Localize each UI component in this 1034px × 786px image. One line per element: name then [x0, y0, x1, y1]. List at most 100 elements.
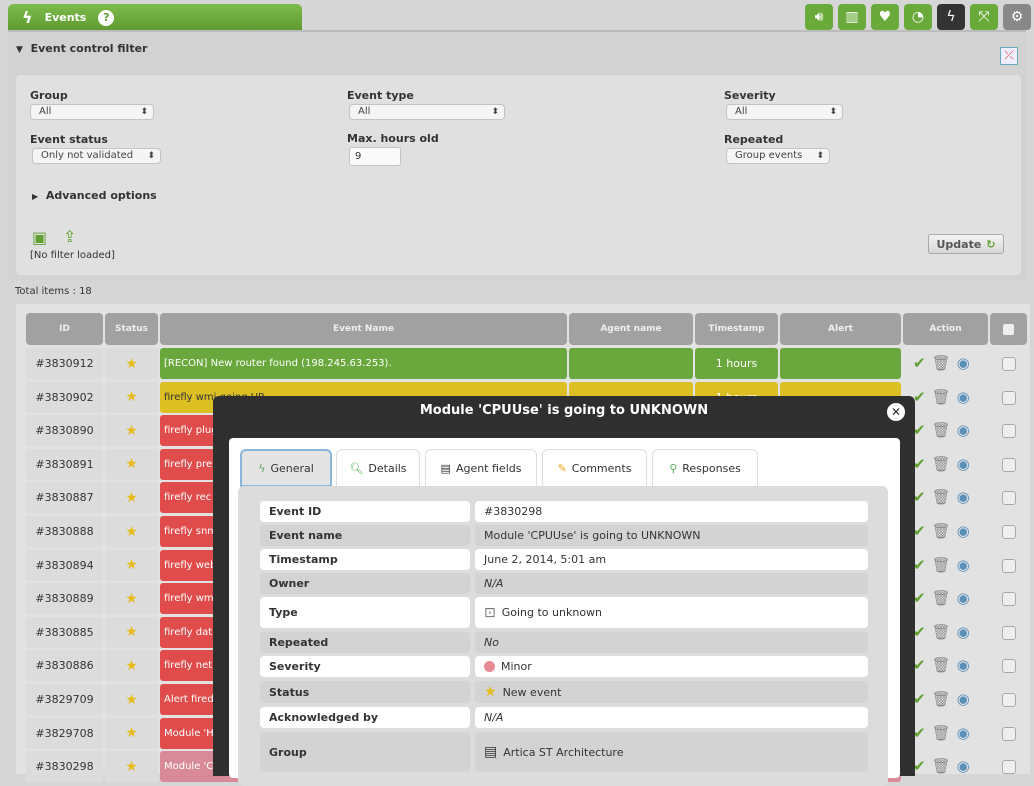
close-icon[interactable]: ✕: [887, 403, 905, 421]
row-checkbox[interactable]: [1002, 357, 1016, 371]
trash-icon[interactable]: 🗑︎: [932, 656, 951, 674]
tab-comments[interactable]: ✎ Comments: [542, 449, 647, 487]
field-value: June 2, 2014, 5:01 am: [475, 549, 868, 570]
severity-select[interactable]: All: [726, 104, 843, 120]
event-id: #3830886: [26, 650, 103, 682]
monitor-icon: ⊡: [484, 604, 496, 621]
rss-icon[interactable]: ◔: [904, 4, 932, 30]
event-id: #3830888: [26, 516, 103, 547]
lightning-icon: ϟ: [22, 8, 33, 27]
update-button[interactable]: Update ↻: [928, 234, 1004, 254]
status-star-icon: ★: [105, 482, 158, 514]
eye-icon[interactable]: ◉: [957, 623, 970, 641]
status-star-icon: ★: [105, 616, 158, 648]
row-actions: ✔ 🗑︎ ◉: [913, 556, 970, 574]
tab-general[interactable]: ϟ General: [240, 449, 332, 487]
events-tab[interactable]: ϟ Events ?: [8, 4, 302, 31]
trash-icon[interactable]: 🗑︎: [932, 455, 951, 473]
event-id: #3830889: [26, 583, 103, 615]
refresh-icon: ↻: [986, 237, 996, 251]
eye-icon[interactable]: ◉: [957, 354, 970, 372]
field-label: Repeated: [260, 632, 470, 653]
row-actions: ✔ 🗑︎ ◉: [913, 354, 970, 372]
trash-icon[interactable]: 🗑︎: [932, 522, 951, 540]
trash-icon[interactable]: 🗑︎: [932, 354, 951, 372]
row-checkbox[interactable]: [1002, 525, 1016, 539]
event-status-select[interactable]: Only not validated: [32, 148, 161, 164]
header-alert[interactable]: Alert: [780, 313, 901, 345]
sound-icon[interactable]: 🔊︎: [805, 4, 833, 30]
filter-toggle[interactable]: ▼ Event control filter: [16, 42, 147, 55]
save-filter-icon[interactable]: ▣: [32, 228, 47, 247]
eye-icon[interactable]: ◉: [957, 522, 970, 540]
row-checkbox[interactable]: [1002, 491, 1016, 506]
trash-icon[interactable]: 🗑︎: [932, 724, 951, 742]
trash-icon[interactable]: 🗑︎: [932, 421, 951, 439]
fullscreen-icon[interactable]: ⤧: [970, 4, 998, 30]
eye-icon[interactable]: ◉: [957, 656, 970, 674]
field-label: Event name: [260, 525, 470, 546]
trash-icon[interactable]: 🗑︎: [932, 589, 951, 607]
eye-icon[interactable]: ◉: [957, 488, 970, 506]
joystick-icon: ⚲: [669, 462, 678, 475]
header-id[interactable]: ID: [26, 313, 103, 345]
trash-icon[interactable]: 🗑︎: [932, 388, 951, 406]
eye-icon[interactable]: ◉: [957, 757, 970, 775]
event-type-select[interactable]: All: [349, 104, 505, 120]
trash-icon[interactable]: 🗑︎: [932, 690, 951, 708]
eye-icon[interactable]: ◉: [957, 589, 970, 607]
heart-icon[interactable]: ♥: [871, 4, 899, 30]
row-checkbox[interactable]: [1002, 659, 1016, 674]
row-checkbox[interactable]: [1002, 390, 1016, 405]
row-actions: ✔ 🗑︎ ◉: [913, 522, 970, 540]
row-actions: ✔ 🗑︎ ◉: [913, 656, 970, 674]
graph-icon[interactable]: ⤫: [1000, 47, 1018, 65]
row-checkbox[interactable]: [1002, 592, 1016, 607]
eye-icon[interactable]: ◉: [957, 690, 970, 708]
header-action[interactable]: Action: [903, 313, 988, 345]
header-agent-name[interactable]: Agent name: [569, 313, 693, 345]
eye-icon[interactable]: ◉: [957, 421, 970, 439]
trash-icon[interactable]: 🗑︎: [932, 623, 951, 641]
row-checkbox[interactable]: [1002, 760, 1016, 775]
group-select[interactable]: All: [30, 104, 154, 120]
tab-agent-fields[interactable]: ▤ Agent fields: [425, 449, 537, 487]
row-checkbox[interactable]: [1002, 726, 1016, 741]
events-icon[interactable]: ϟ: [937, 4, 965, 30]
eye-icon[interactable]: ◉: [957, 724, 970, 742]
row-checkbox[interactable]: [1002, 424, 1016, 439]
eye-icon[interactable]: ◉: [957, 556, 970, 574]
header-select-all[interactable]: [990, 313, 1027, 345]
trash-icon[interactable]: 🗑︎: [932, 556, 951, 574]
tab-responses[interactable]: ⚲ Responses: [652, 449, 758, 487]
row-checkbox[interactable]: [1002, 625, 1016, 640]
advanced-options-toggle[interactable]: ▶ Advanced options: [32, 189, 157, 202]
field-label: Group: [260, 732, 470, 772]
header-event-name[interactable]: Event Name: [160, 313, 567, 345]
max-hours-input[interactable]: 9: [349, 147, 401, 166]
event-id: #3830885: [26, 616, 103, 648]
repeated-select[interactable]: Group events: [726, 148, 830, 164]
field-value: Module 'CPUUse' is going to UNKNOWN: [475, 525, 868, 546]
gear-icon[interactable]: ⚙: [1003, 4, 1031, 30]
eye-icon[interactable]: ◉: [957, 455, 970, 473]
row-checkbox[interactable]: [1002, 558, 1016, 573]
header-timestamp[interactable]: Timestamp: [695, 313, 778, 345]
load-filter-icon[interactable]: ⇪: [63, 227, 76, 246]
trash-icon[interactable]: 🗑︎: [932, 757, 951, 775]
chart-icon[interactable]: ▥: [838, 4, 866, 30]
help-icon[interactable]: ?: [98, 9, 115, 26]
severity-dot-icon: [484, 661, 495, 672]
row-checkbox[interactable]: [1002, 457, 1016, 472]
row-actions: ✔ 🗑︎ ◉: [913, 455, 970, 473]
header-status[interactable]: Status: [105, 313, 158, 345]
trash-icon[interactable]: 🗑︎: [932, 488, 951, 506]
field-value: #3830298: [475, 501, 868, 522]
eye-icon[interactable]: ◉: [957, 388, 970, 406]
tab-details[interactable]: 🔍︎ Details: [336, 449, 420, 487]
modal-title: Module 'CPUUse' is going to UNKNOWN: [419, 403, 709, 418]
lightning-icon: ϟ: [258, 461, 266, 475]
row-checkbox[interactable]: [1002, 693, 1016, 707]
validate-icon[interactable]: ✔: [913, 354, 926, 372]
event-name[interactable]: [RECON] New router found (198.245.63.253…: [160, 348, 567, 379]
